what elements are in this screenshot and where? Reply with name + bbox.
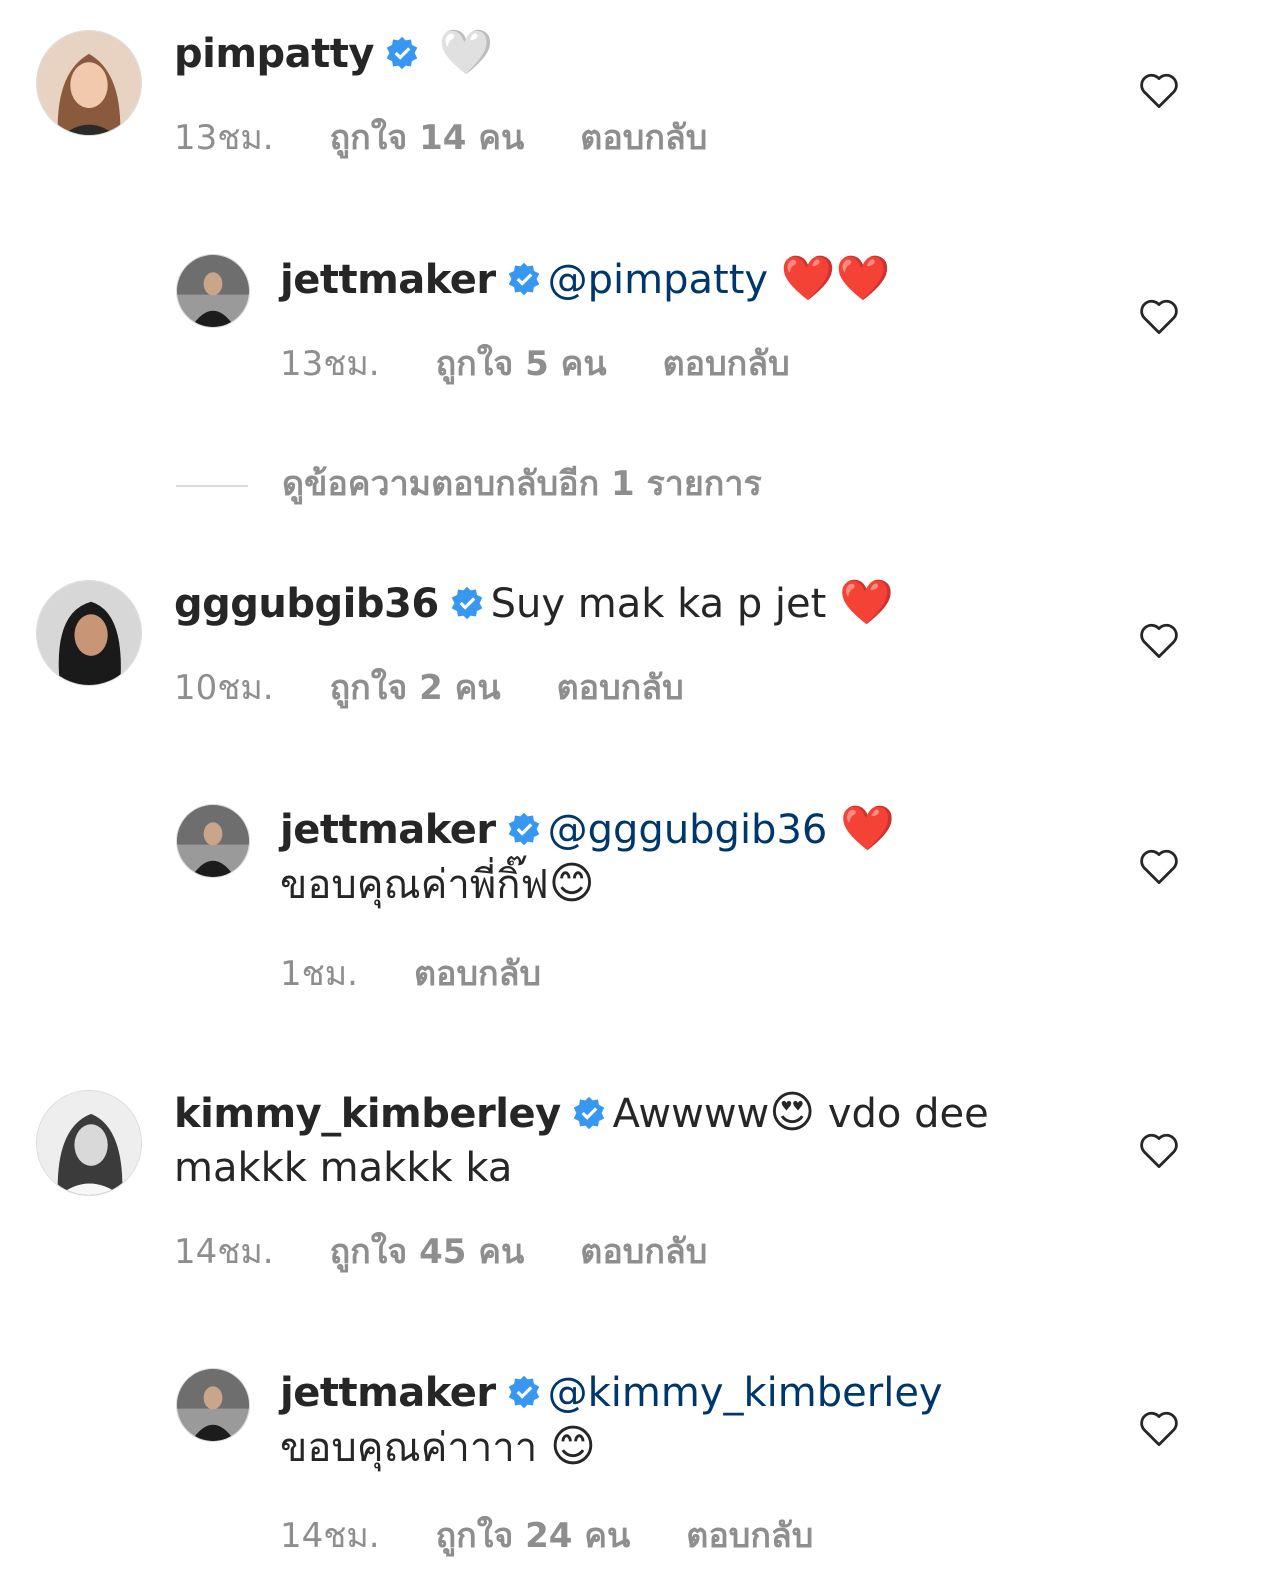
- likes-count[interactable]: ถูกใจ 45 คน: [330, 1224, 525, 1278]
- mention-link[interactable]: @pimpatty: [548, 257, 768, 303]
- verified-badge-icon: [506, 261, 542, 297]
- avatar[interactable]: [176, 1368, 250, 1442]
- reply-button[interactable]: ตอบกลับ: [663, 336, 790, 390]
- timestamp: 10ชม.: [174, 668, 274, 708]
- reply-button[interactable]: ตอบกลับ: [414, 946, 541, 1000]
- likes-count[interactable]: ถูกใจ 5 คน: [436, 336, 607, 390]
- comment-body: Suy mak ka p jet: [490, 581, 827, 627]
- like-heart-icon[interactable]: [1138, 70, 1180, 110]
- username[interactable]: kimmy_kimberley: [174, 1091, 561, 1137]
- verified-badge-icon: [571, 1095, 607, 1131]
- avatar[interactable]: [36, 580, 142, 686]
- view-more-replies-button[interactable]: ดูข้อความตอบกลับอีก 1 รายการ: [176, 456, 762, 510]
- comment-body: Awwww: [612, 1091, 770, 1137]
- timestamp: 14ชม.: [174, 1232, 274, 1272]
- username[interactable]: pimpatty: [174, 31, 374, 77]
- timestamp: 13ชม.: [174, 118, 274, 158]
- comment-text: kimmy_kimberley Awwww😍 vdo dee makkk makkk…: [174, 1086, 1104, 1195]
- mention-link[interactable]: @gggubgib36: [548, 807, 828, 853]
- comment-text: pimpatty 🤍: [174, 26, 1104, 81]
- avatar[interactable]: [176, 804, 250, 878]
- red-heart-emoji: ❤️: [839, 577, 894, 628]
- username[interactable]: jettmaker: [280, 807, 496, 853]
- username[interactable]: gggubgib36: [174, 581, 439, 627]
- like-heart-icon[interactable]: [1138, 1130, 1180, 1170]
- verified-badge-icon: [506, 1374, 542, 1410]
- red-heart-emoji: ❤️: [840, 803, 895, 854]
- comment-text: jettmaker @gggubgib36 ❤️ ขอบคุณค่าพี่กิ๊ฟ😊: [280, 802, 1100, 912]
- timestamp: 13ชม.: [280, 344, 380, 384]
- avatar[interactable]: [36, 1090, 142, 1196]
- avatar[interactable]: [176, 254, 250, 328]
- username[interactable]: jettmaker: [280, 257, 496, 303]
- comment-meta: 10ชม. ถูกใจ 2 คน ตอบกลับ: [174, 660, 740, 714]
- username[interactable]: jettmaker: [280, 1370, 496, 1416]
- heart-eyes-emoji: 😍: [769, 1087, 816, 1138]
- like-heart-icon[interactable]: [1138, 296, 1180, 336]
- reply-button[interactable]: ตอบกลับ: [580, 1224, 707, 1278]
- verified-badge-icon: [384, 35, 420, 71]
- white-heart-emoji: 🤍: [438, 27, 494, 78]
- comment-text: jettmaker @kimmy_kimberley ขอบคุณค่าาาา 😊: [280, 1366, 1100, 1475]
- red-heart-emoji: ❤️❤️: [780, 253, 891, 304]
- like-heart-icon[interactable]: [1138, 846, 1180, 886]
- verified-badge-icon: [506, 811, 542, 847]
- reply-button[interactable]: ตอบกลับ: [557, 660, 684, 714]
- like-heart-icon[interactable]: [1138, 1408, 1180, 1448]
- comment-meta: 14ชม. ถูกใจ 24 คน ตอบกลับ: [280, 1508, 869, 1562]
- likes-count[interactable]: ถูกใจ 2 คน: [330, 660, 501, 714]
- divider: [176, 484, 248, 487]
- timestamp: 14ชม.: [280, 1516, 380, 1556]
- view-more-label: ดูข้อความตอบกลับอีก 1 รายการ: [282, 464, 762, 504]
- comment-body: ขอบคุณค่าาาา: [280, 1425, 538, 1471]
- comment-body: ขอบคุณค่าพี่กิ๊ฟ: [280, 862, 549, 908]
- comment-meta: 1ชม. ตอบกลับ: [280, 946, 597, 1000]
- comment-text: gggubgib36 Suy mak ka p jet ❤️: [174, 576, 1104, 631]
- timestamp: 1ชม.: [280, 954, 358, 994]
- comment-body-line2: makkk makkk ka: [174, 1145, 513, 1191]
- smiling-face-emoji: 😊: [549, 1421, 596, 1472]
- comment-meta: 13ชม. ถูกใจ 14 คน ตอบกลับ: [174, 110, 763, 164]
- avatar[interactable]: [36, 30, 142, 136]
- comment-body-continued: vdo dee: [827, 1091, 989, 1137]
- likes-count[interactable]: ถูกใจ 24 คน: [436, 1508, 631, 1562]
- comment-meta: 13ชม. ถูกใจ 5 คน ตอบกลับ: [280, 336, 846, 390]
- comment-meta: 14ชม. ถูกใจ 45 คน ตอบกลับ: [174, 1224, 763, 1278]
- verified-badge-icon: [449, 585, 485, 621]
- like-heart-icon[interactable]: [1138, 620, 1180, 660]
- smiling-face-emoji: 😊: [548, 858, 595, 909]
- mention-link[interactable]: @kimmy_kimberley: [548, 1370, 943, 1416]
- likes-count[interactable]: ถูกใจ 14 คน: [330, 110, 525, 164]
- reply-button[interactable]: ตอบกลับ: [686, 1508, 813, 1562]
- reply-button[interactable]: ตอบกลับ: [580, 110, 707, 164]
- comment-text: jettmaker @pimpatty ❤️❤️: [280, 252, 1100, 307]
